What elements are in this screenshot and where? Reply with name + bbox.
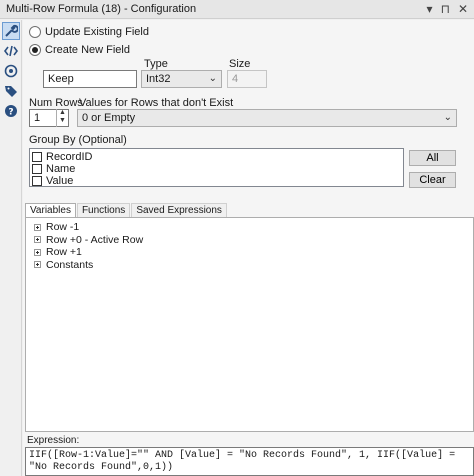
size-label: Size [229,58,251,70]
tree-item-row-active[interactable]: Row +0 - Active Row [26,234,473,247]
num-rows-value: 1 [34,112,41,124]
nonexist-value: 0 or Empty [82,112,136,124]
checkbox[interactable] [32,176,42,186]
left-toolbar: ? [0,20,22,476]
create-new-radio[interactable] [29,44,41,56]
create-new-label: Create New Field [45,44,130,56]
num-rows-label: Num Rows [29,97,83,109]
nonexist-label: Values for Rows that don't Exist [79,97,234,109]
checkbox[interactable] [32,152,42,162]
clear-button[interactable]: Clear [409,172,456,188]
pin-icon[interactable]: ⊓ [441,2,450,16]
expression-label: Expression: [27,435,80,446]
tab-functions[interactable]: Functions [76,203,131,217]
chevron-down-icon: ⌄ [443,112,452,123]
field-size-input: 4 [227,70,267,88]
window-controls: ▾ ⊓ ✕ [427,2,468,16]
checkbox[interactable] [32,164,42,174]
tree-item-constants[interactable]: Constants [26,259,473,272]
num-rows-stepper[interactable]: 1 ▲ ▼ [29,109,69,127]
field-type-value: Int32 [146,73,171,85]
group-by-item-label: Name [46,163,76,175]
wrench-icon[interactable] [2,22,20,40]
config-panel: Update Existing Field Create New Field T… [23,20,474,476]
tree-item-label: Constants [46,258,94,271]
expand-icon[interactable] [34,248,41,256]
help-icon[interactable]: ? [2,102,20,120]
group-by-item-label: RecordID [46,151,93,163]
globe-icon[interactable] [2,62,20,80]
group-by-item[interactable]: Value [32,175,403,187]
expand-icon[interactable] [34,261,41,269]
close-icon[interactable]: ✕ [458,2,468,16]
tree-item-label: Row +0 - Active Row [46,233,144,246]
expand-icon[interactable] [34,236,41,244]
update-existing-label: Update Existing Field [45,26,149,38]
group-by-item[interactable]: Name [32,163,403,175]
create-new-option[interactable]: Create New Field [29,44,130,56]
tag-icon[interactable] [2,82,20,100]
update-existing-radio[interactable] [29,26,41,38]
tab-saved-expressions[interactable]: Saved Expressions [131,203,227,217]
tree-item-label: Row +1 [46,246,82,259]
tree-item-label: Row -1 [46,221,80,234]
group-by-item[interactable]: RecordID [32,151,403,163]
expand-icon[interactable] [34,223,41,231]
field-name-input[interactable]: Keep [43,70,137,88]
field-type-select[interactable]: Int32 ⌄ [141,70,222,88]
type-label: Type [144,58,168,70]
select-all-button[interactable]: All [409,150,456,166]
nonexist-select[interactable]: 0 or Empty ⌄ [77,109,457,127]
dropdown-icon[interactable]: ▾ [427,2,433,16]
variables-tree: Row -1 Row +0 - Active Row Row +1 Consta… [25,217,474,432]
group-by-item-label: Value [46,175,74,187]
stepper-arrows-icon[interactable]: ▲ ▼ [56,109,68,127]
tab-bar: Variables Functions Saved Expressions [25,203,228,217]
window-title: Multi-Row Formula (18) - Configuration [6,3,197,15]
code-icon[interactable] [2,42,20,60]
group-by-label: Group By (Optional) [29,134,127,146]
tab-variables[interactable]: Variables [25,203,76,217]
update-existing-option[interactable]: Update Existing Field [29,26,149,38]
svg-text:?: ? [8,108,13,118]
tree-item-row-minus-1[interactable]: Row -1 [26,221,473,234]
title-bar: Multi-Row Formula (18) - Configuration ▾… [0,0,474,19]
chevron-down-icon: ⌄ [208,73,217,84]
tree-item-row-plus-1[interactable]: Row +1 [26,246,473,259]
group-by-list: RecordID Name Value [29,148,404,187]
expression-editor[interactable]: IIF([Row-1:Value]="" AND [Value] = "No R… [25,447,474,476]
